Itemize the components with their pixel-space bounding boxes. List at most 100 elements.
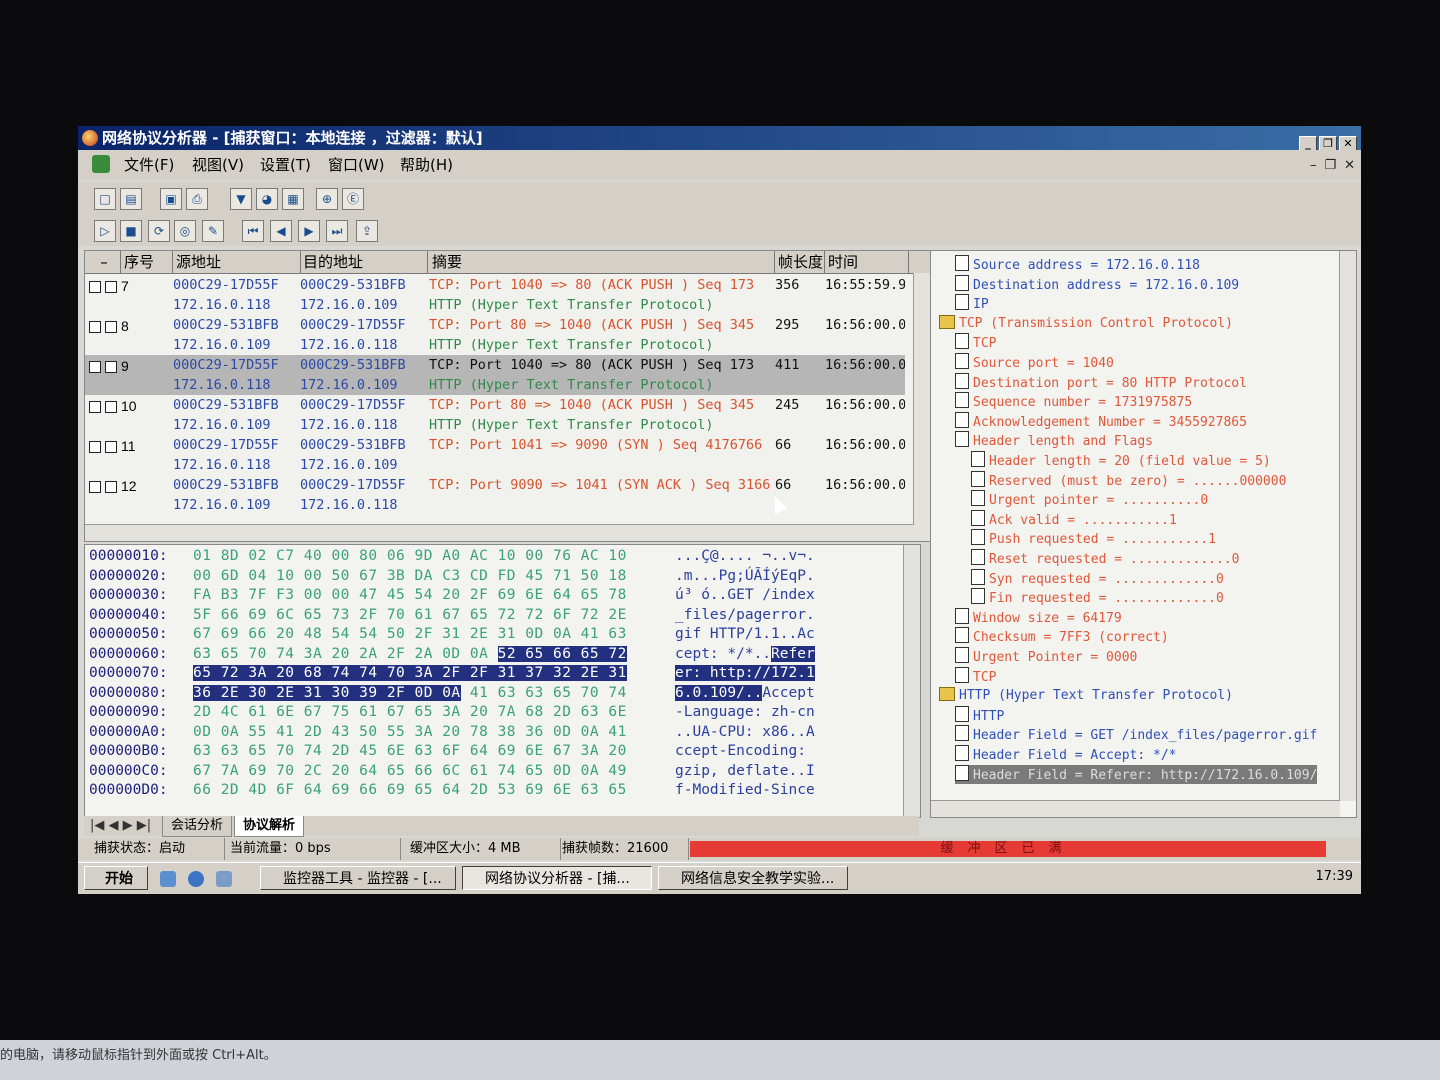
hex-line[interactable]: 00000080: 36 2E 30 2E 31 30 39 2F 0D 0A 4… xyxy=(89,684,815,704)
refresh-icon[interactable]: ⟳ xyxy=(148,220,170,242)
tree-node[interactable]: Urgent pointer = ..........0 xyxy=(971,490,1208,510)
tree-node[interactable]: Sequence number = 1731975875 xyxy=(955,392,1192,412)
row-checkbox[interactable] xyxy=(89,441,101,453)
tree-node[interactable]: Reset requested = .............0 xyxy=(971,549,1239,569)
tree-node[interactable]: Ack valid = ...........1 xyxy=(971,509,1177,530)
hex-line[interactable]: 00000010: 01 8D 02 C7 40 00 80 06 9D A0 A… xyxy=(89,547,815,567)
prev-packet-icon[interactable]: ◀ xyxy=(270,220,292,242)
tree-node[interactable]: Header length and Flags xyxy=(955,431,1153,451)
hex-line[interactable]: 000000B0: 63 63 65 70 74 2D 45 6E 63 6F 6… xyxy=(89,742,806,762)
hex-line[interactable]: 00000050: 67 69 66 20 48 54 54 50 2F 31 2… xyxy=(89,625,815,645)
hex-line[interactable]: 00000090: 2D 4C 61 6E 67 75 61 67 65 3A 2… xyxy=(89,703,815,723)
show-desktop-icon[interactable] xyxy=(160,871,176,887)
tree-node[interactable]: Fin requested = .............0 xyxy=(971,588,1224,608)
tree-node[interactable]: Header Field = GET /index_files/pagerror… xyxy=(955,725,1317,745)
print-icon[interactable]: ⎙ xyxy=(186,188,208,210)
mdi-minimize-icon[interactable]: – xyxy=(1310,158,1317,173)
tree-node[interactable]: IP xyxy=(955,294,989,314)
hex-line[interactable]: 00000070: 65 72 3A 20 68 74 74 70 3A 2F 2… xyxy=(89,664,815,684)
first-packet-icon[interactable]: ⏮ xyxy=(242,220,264,242)
col-time[interactable]: 时间 xyxy=(825,251,909,273)
tree-node[interactable]: Urgent Pointer = 0000 xyxy=(955,647,1137,667)
packet-list-vscroll[interactable] xyxy=(913,273,930,541)
menu-window[interactable]: 窗口(W) xyxy=(324,150,389,180)
edit-icon[interactable]: ✎ xyxy=(202,220,224,242)
mdi-close-icon[interactable]: ✕ xyxy=(1344,158,1355,173)
tree-node[interactable]: Window size = 64179 xyxy=(955,607,1122,628)
tree-node[interactable]: Source address = 172.16.0.118 xyxy=(955,255,1200,275)
stop-capture-icon[interactable]: ■ xyxy=(120,220,142,242)
tree-node[interactable]: Checksum = 7FF3 (correct) xyxy=(955,627,1169,647)
col-dst[interactable]: 目的地址 xyxy=(300,251,428,273)
packet-list-hscroll[interactable] xyxy=(85,524,914,541)
row-expand-icon[interactable] xyxy=(105,481,117,493)
tree-hscroll[interactable] xyxy=(931,800,1340,817)
mdi-restore-icon[interactable]: ❐ xyxy=(1324,158,1336,173)
packet-row[interactable]: 10 000C29-531BFB 172.16.0.109 000C29-17D55F… xyxy=(85,395,905,435)
tree-node[interactable]: TCP (Transmission Control Protocol) xyxy=(939,314,1233,334)
tree-node[interactable]: Header Field = Accept: */* xyxy=(955,745,1177,765)
packet-row[interactable]: 7 000C29-17D55F 172.16.0.118 000C29-531BFB 1… xyxy=(85,275,905,315)
next-packet-icon[interactable]: ▶ xyxy=(298,220,320,242)
save-icon[interactable]: ▣ xyxy=(160,188,182,210)
quicklaunch-icon[interactable] xyxy=(216,871,232,887)
tree-node[interactable]: Push requested = ...........1 xyxy=(971,529,1216,549)
task-security-lab[interactable]: 网络信息安全教学实验... xyxy=(658,866,848,890)
start-button[interactable]: 开始 xyxy=(84,866,148,890)
open-icon[interactable]: ▤ xyxy=(120,188,142,210)
menu-settings[interactable]: 设置(T) xyxy=(256,150,315,180)
menu-help[interactable]: 帮助(H) xyxy=(396,150,457,180)
row-checkbox[interactable] xyxy=(89,281,101,293)
new-icon[interactable]: □ xyxy=(94,188,116,210)
col-src[interactable]: 源地址 xyxy=(173,251,301,273)
tab-session-analysis[interactable]: 会话分析 xyxy=(162,816,233,837)
packet-row[interactable]: 11 000C29-17D55F 172.16.0.118 000C29-531BFB… xyxy=(85,435,905,475)
hex-line[interactable]: 000000C0: 67 7A 69 70 2C 20 64 65 66 6C 6… xyxy=(89,762,815,782)
ie-icon[interactable] xyxy=(188,871,204,887)
hex-line[interactable]: 000000D0: 66 2D 4D 6F 64 69 66 69 65 64 2… xyxy=(89,781,815,801)
tree-node[interactable]: Header Field = Referer: http://172.16.0.… xyxy=(955,764,1318,785)
row-checkbox[interactable] xyxy=(89,321,101,333)
packet-row[interactable]: 9 000C29-17D55F 172.16.0.118 000C29-531BFB 1… xyxy=(85,355,905,395)
row-expand-icon[interactable] xyxy=(105,441,117,453)
hex-line[interactable]: 00000030: FA B3 7F F3 00 00 47 45 54 20 2… xyxy=(89,586,815,606)
tab-nav-icon[interactable]: |◀ ◀ ▶ ▶| xyxy=(90,816,151,836)
hex-line[interactable]: 00000040: 5F 66 69 6C 65 73 2F 70 61 67 6… xyxy=(89,606,815,626)
tree-vscroll[interactable] xyxy=(1339,251,1356,801)
tray-icons[interactable] xyxy=(1241,871,1291,887)
start-capture-icon[interactable]: ▷ xyxy=(94,220,116,242)
tree-node[interactable]: Destination address = 172.16.0.109 xyxy=(955,274,1239,295)
tree-node[interactable]: Header length = 20 (field value = 5) xyxy=(971,451,1271,471)
col-seq[interactable]: 序号 xyxy=(121,251,173,273)
tree-node[interactable]: TCP xyxy=(955,333,996,353)
filter-icon[interactable]: ▼ xyxy=(230,188,252,210)
tab-protocol-parse[interactable]: 协议解析 xyxy=(234,816,305,837)
chart-icon[interactable]: ▦ xyxy=(282,188,304,210)
capture-settings-icon[interactable]: ◎ xyxy=(174,220,196,242)
hex-line[interactable]: 000000A0: 0D 0A 55 41 2D 43 50 55 3A 20 7… xyxy=(89,723,815,743)
task-protocol-analyzer[interactable]: 网络协议分析器 - [捕... xyxy=(462,866,652,890)
tree-node[interactable]: TCP xyxy=(955,666,996,687)
hex-vscroll[interactable] xyxy=(903,545,920,817)
export-icon[interactable]: ⇪ xyxy=(356,220,378,242)
ethernet-icon[interactable]: Ⓔ xyxy=(342,188,364,210)
row-expand-icon[interactable] xyxy=(105,361,117,373)
globe-icon[interactable]: ⊕ xyxy=(316,188,338,210)
tree-node[interactable]: Source port = 1040 xyxy=(955,353,1114,373)
task-monitor-tool[interactable]: 监控器工具 - 监控器 - [... xyxy=(260,866,456,890)
tree-node[interactable]: Destination port = 80 HTTP Protocol xyxy=(955,372,1247,393)
row-expand-icon[interactable] xyxy=(105,321,117,333)
row-checkbox[interactable] xyxy=(89,361,101,373)
last-packet-icon[interactable]: ⏭ xyxy=(326,220,348,242)
palette-icon[interactable]: ◕ xyxy=(256,188,278,210)
menu-view[interactable]: 视图(V) xyxy=(188,150,248,180)
row-checkbox[interactable] xyxy=(89,401,101,413)
packet-row[interactable]: 8 000C29-531BFB 172.16.0.109 000C29-17D55F 1… xyxy=(85,315,905,355)
tree-node[interactable]: HTTP xyxy=(955,705,1004,726)
row-expand-icon[interactable] xyxy=(105,401,117,413)
hex-line[interactable]: 00000020: 00 6D 04 10 00 50 67 3B DA C3 C… xyxy=(89,567,815,587)
title-bar[interactable]: 网络协议分析器 - [捕获窗口：本地连接 ，过滤器：默认] _ ❐ ✕ xyxy=(78,126,1361,152)
menu-file[interactable]: 文件(F) xyxy=(120,150,178,180)
tree-node[interactable]: Acknowledgement Number = 3455927865 xyxy=(955,411,1247,432)
col-summary[interactable]: 摘要 xyxy=(429,251,775,273)
